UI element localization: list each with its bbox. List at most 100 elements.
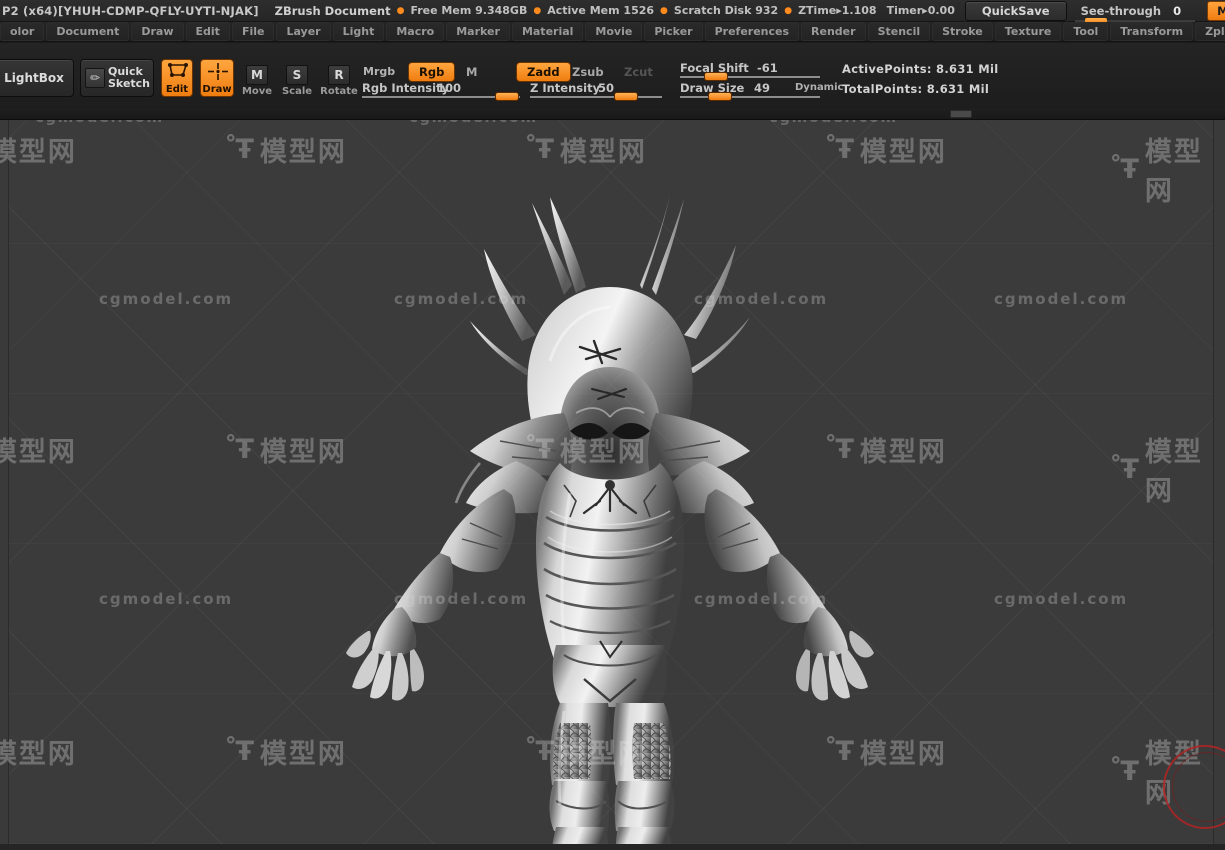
focal-shift-track[interactable] <box>680 76 820 78</box>
draw-size-track[interactable] <box>680 96 820 98</box>
scale-label: Scale <box>281 86 313 97</box>
watermark-mark: ˚Ŧ <box>224 134 254 165</box>
menu-item-material[interactable]: Material <box>511 22 584 41</box>
menu-item-edit[interactable]: Edit <box>185 22 230 41</box>
watermark-top-3: cgmodel.com <box>769 120 898 126</box>
watermark-mark: ˚Ŧ <box>224 434 254 465</box>
canvas-area[interactable]: cgmodel.com cgmodel.com cgmodel.com ˚Ŧ 模… <box>0 120 1225 850</box>
menu-item-texture[interactable]: Texture <box>994 22 1062 41</box>
quick-sketch-label-line2: Sketch <box>108 77 151 90</box>
watermark-text-4: cgmodel.com <box>994 290 1129 308</box>
see-through-slider[interactable]: See-through 0 <box>1074 3 1195 25</box>
watermark-logo-1: ˚Ŧ 模型网 <box>0 130 77 169</box>
rotate-label: Rotate <box>320 86 358 97</box>
ztime-status: ZTime▸1.108 <box>798 4 877 17</box>
scale-button[interactable]: S Scale <box>280 59 314 97</box>
watermark-cn: 模型网 <box>1144 137 1203 207</box>
watermark-cn: 模型网 <box>0 739 77 770</box>
menu-item-stroke[interactable]: Stroke <box>932 22 993 41</box>
menu-item-macro[interactable]: Macro <box>386 22 445 41</box>
m-button[interactable]: M <box>466 65 477 79</box>
menu-item-layer[interactable]: Layer <box>276 22 331 41</box>
separator-dot-4: ● <box>784 5 793 16</box>
draw-size-knob[interactable] <box>708 92 732 101</box>
watermark-top-1: cgmodel.com <box>35 120 164 126</box>
dynamic-button[interactable]: Dynamic <box>795 82 843 93</box>
menu-item-light[interactable]: Light <box>332 22 385 41</box>
app-title: P2 (x64)[YHUH-CDMP-QFLY-UYTI-NJAK] <box>2 3 259 18</box>
menu-item-tool[interactable]: Tool <box>1063 22 1109 41</box>
menu-item-file[interactable]: File <box>231 22 275 41</box>
menu-item-color[interactable]: olor <box>0 22 45 41</box>
menu-bar: olor Document Draw Edit File Layer Light… <box>0 22 1225 42</box>
menus-button[interactable]: Menus <box>1207 0 1225 21</box>
watermark-mark: ˚Ŧ <box>1109 453 1139 485</box>
edit-label: Edit <box>165 84 189 95</box>
timer-status: Timer▸0.00 <box>886 4 955 17</box>
quick-sketch-button[interactable]: ✏ Quick Sketch <box>80 59 154 97</box>
watermark-text-5: cgmodel.com <box>99 590 234 608</box>
rgb-intensity-value: 100 <box>437 81 462 95</box>
brush-icon: ✏ <box>85 68 105 88</box>
total-points-readout: TotalPoints: 8.631 Mil <box>842 82 990 96</box>
document-title: ZBrush Document <box>274 3 391 18</box>
zcut-button[interactable]: Zcut <box>624 65 653 79</box>
rotate-button[interactable]: R Rotate <box>320 59 358 97</box>
free-mem-status: Free Mem 9.348GB <box>410 4 528 17</box>
move-button[interactable]: M Move <box>240 59 274 97</box>
edit-gizmo-icon <box>168 63 188 77</box>
move-label: Move <box>241 86 273 97</box>
watermark-text-8: cgmodel.com <box>994 590 1129 608</box>
watermark-logo-5: ˚Ŧ 模型网 <box>1109 130 1213 208</box>
focal-shift-value: -61 <box>757 61 778 75</box>
watermark-cn: 模型网 <box>0 137 77 168</box>
edit-button[interactable]: Edit <box>161 59 193 97</box>
watermark-logo-6: ˚Ŧ 模型网 <box>0 430 77 469</box>
menu-item-movie[interactable]: Movie <box>585 22 643 41</box>
separator-dot-2: ● <box>533 5 542 16</box>
z-intensity-knob[interactable] <box>614 92 638 101</box>
menu-item-document[interactable]: Document <box>46 22 130 41</box>
menu-item-render[interactable]: Render <box>801 22 866 41</box>
menu-item-preferences[interactable]: Preferences <box>704 22 800 41</box>
watermark-mark: ˚Ŧ <box>224 736 254 767</box>
title-bar: P2 (x64)[YHUH-CDMP-QFLY-UYTI-NJAK] ZBrus… <box>0 0 1225 25</box>
menu-item-marker[interactable]: Marker <box>446 22 510 41</box>
see-through-value: 0 <box>1173 3 1182 18</box>
menu-item-stencil[interactable]: Stencil <box>867 22 931 41</box>
toolbar-sub-strip <box>0 108 1225 120</box>
focal-shift-knob[interactable] <box>704 72 728 81</box>
menu-item-zplugin[interactable]: Zplugin <box>1195 22 1225 41</box>
rgb-intensity-label: Rgb Intensity <box>362 81 450 95</box>
watermark-mark: ˚Ŧ <box>1109 153 1139 185</box>
rotate-icon: R <box>328 65 350 85</box>
canvas-zoom-knob[interactable] <box>950 110 972 118</box>
watermark-cn: 模型网 <box>1144 437 1203 507</box>
canvas-document[interactable]: cgmodel.com cgmodel.com cgmodel.com ˚Ŧ 模… <box>0 120 1214 845</box>
draw-button[interactable]: Draw <box>200 59 234 97</box>
scale-icon: S <box>286 65 308 85</box>
draw-crosshair-icon <box>208 63 228 80</box>
watermark-logo-11: ˚Ŧ 模型网 <box>0 732 77 771</box>
z-intensity-track[interactable] <box>530 96 662 98</box>
z-intensity-label: Z Intensity <box>530 81 601 95</box>
menu-item-draw[interactable]: Draw <box>131 22 184 41</box>
quicksave-button[interactable]: QuickSave <box>964 0 1067 21</box>
active-mem-status: Active Mem 1526 <box>547 4 655 17</box>
lightbox-button[interactable]: LightBox <box>0 59 74 97</box>
sculpted-model-viewport[interactable] <box>264 145 964 845</box>
active-points-readout: ActivePoints: 8.631 Mil <box>842 62 999 76</box>
zsub-button[interactable]: Zsub <box>572 65 604 79</box>
rgb-button[interactable]: Rgb <box>408 62 456 82</box>
tool-bar: LightBox ✏ Quick Sketch Edit Draw M Move… <box>0 43 1225 112</box>
menu-item-picker[interactable]: Picker <box>644 22 703 41</box>
mrgb-button[interactable]: Mrgb <box>363 65 395 78</box>
rgb-intensity-knob[interactable] <box>495 92 519 101</box>
separator-dot-1: ● <box>396 5 405 16</box>
draw-label: Draw <box>202 84 232 95</box>
menu-item-transform[interactable]: Transform <box>1110 22 1194 41</box>
scratch-disk-status: Scratch Disk 932 <box>673 4 779 17</box>
zadd-button[interactable]: Zadd <box>516 62 571 82</box>
watermark-top-2: cgmodel.com <box>409 120 538 126</box>
z-intensity-value: 50 <box>598 81 615 95</box>
